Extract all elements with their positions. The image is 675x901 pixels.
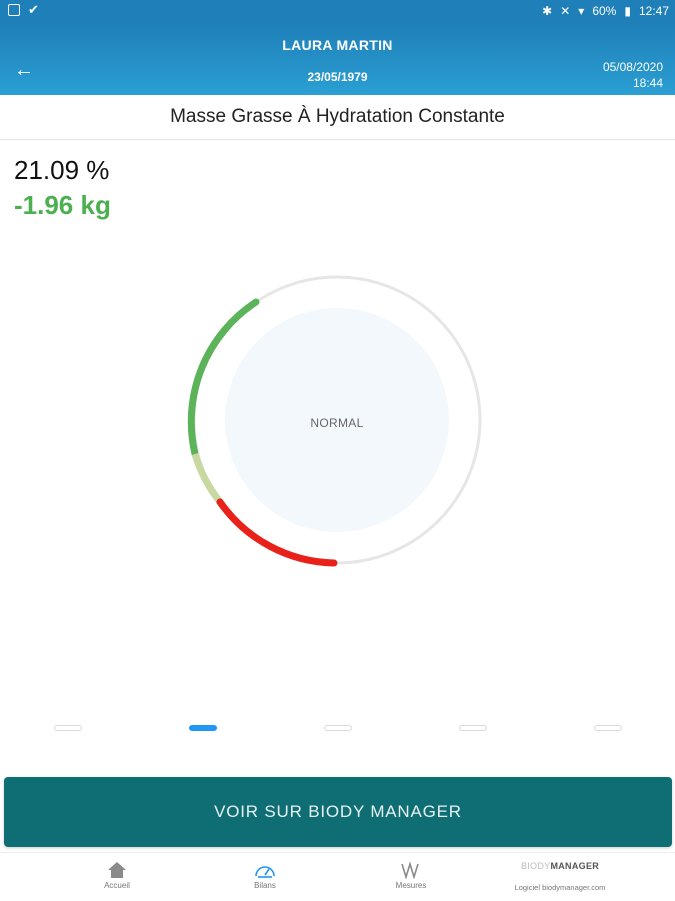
page-indicator xyxy=(0,725,675,735)
wave-icon xyxy=(386,859,436,881)
nav-label-bilans: Bilans xyxy=(254,881,276,890)
nav-item-mesures[interactable]: Mesures xyxy=(386,859,436,890)
view-on-biody-manager-button[interactable]: VOIR SUR BIODY MANAGER xyxy=(4,777,672,847)
brand-subtitle: Logiciel biodymanager.com xyxy=(514,883,606,892)
page-dot[interactable] xyxy=(459,725,487,731)
bottom-navigation: Accueil Bilans Mesures BIODYMANAGER Logi… xyxy=(0,852,675,901)
nav-label-mesures: Mesures xyxy=(395,881,427,890)
page-dot-active[interactable] xyxy=(189,725,217,731)
page-dot[interactable] xyxy=(54,725,82,731)
biody-manager-brand[interactable]: BIODYMANAGER Logiciel biodymanager.com xyxy=(500,861,620,892)
page-dot[interactable] xyxy=(594,725,622,731)
nav-label-accueil: Accueil xyxy=(104,881,130,890)
biody-manager-logo: BIODYMANAGER xyxy=(520,861,600,871)
gauge-segment-light-green xyxy=(191,452,223,505)
nav-item-accueil[interactable]: Accueil xyxy=(92,859,142,890)
gauge-status-label: NORMAL xyxy=(310,416,364,430)
nav-item-bilans[interactable]: Bilans xyxy=(240,859,290,890)
gauge-chart xyxy=(187,275,482,567)
page-dot[interactable] xyxy=(324,725,352,731)
home-icon xyxy=(92,859,142,881)
gauge-icon xyxy=(240,859,290,881)
